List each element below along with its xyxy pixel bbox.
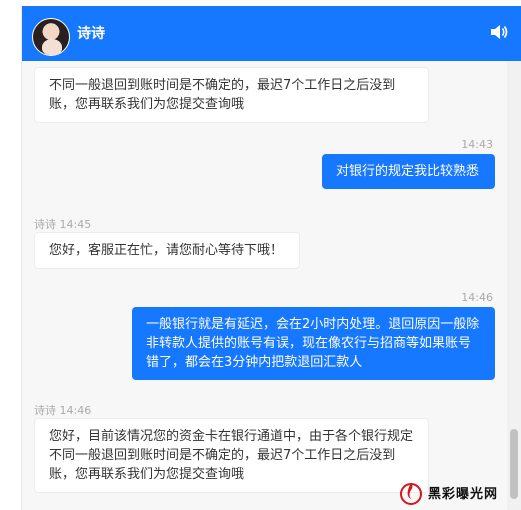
agent-name: 诗诗: [77, 26, 105, 42]
message-text: 您好，目前该情况您的资金卡在银行通道中，由于各个银行规定不同一般退回到账时间是不…: [49, 429, 414, 482]
message-bubble-agent: 您好，目前该情况您的资金卡在银行通道中，由于各个银行规定不同一般退回到账时间是不…: [34, 418, 429, 493]
flame-logo: [400, 483, 422, 505]
message-text: 对银行的规定我比较熟悉: [336, 164, 480, 179]
message-bubble-agent: 您好，客服正在忙，请您耐心等待下哦！: [34, 232, 300, 269]
message-bubble-user: 一般银行就是有延迟，会在2小时内处理。退回原因一般除非转款人提供的账号有误，现在…: [132, 307, 495, 380]
message-text: 不同一般退回到账时间是不确定的，最迟7个工作日之后没到账，您再联系我们为您提交查…: [49, 78, 396, 112]
watermark: 黑彩曝光网: [398, 477, 521, 507]
message-text: 一般银行就是有延迟，会在2小时内处理。退回原因一般除非转款人提供的账号有误，现在…: [146, 317, 480, 370]
message-sender-time: 诗诗 14:46: [34, 404, 92, 417]
message-text: 您好，客服正在忙，请您耐心等待下哦！: [49, 243, 284, 258]
message-list: 不同一般退回到账时间是不确定的，最迟7个工作日之后没到账，您再联系我们为您提交查…: [22, 61, 507, 510]
message-timestamp: 14:46: [461, 291, 493, 304]
message-bubble-agent: 不同一般退回到账时间是不确定的，最迟7个工作日之后没到账，您再联系我们为您提交查…: [34, 67, 429, 123]
chat-header: 诗诗: [22, 6, 521, 61]
message-timestamp: 14:43: [461, 138, 493, 151]
message-sender-time: 诗诗 14:45: [34, 218, 92, 231]
avatar[interactable]: [32, 18, 70, 56]
chat-window: 诗诗 不同一般退回到账时间是不确定的，最迟7个工作日之后没到账，您再联系我们为您…: [21, 6, 521, 510]
watermark-text: 黑彩曝光网: [428, 486, 499, 502]
speaker-icon[interactable]: [490, 24, 508, 40]
message-bubble-user: 对银行的规定我比较熟悉: [322, 154, 495, 189]
scrollbar[interactable]: [507, 61, 521, 510]
